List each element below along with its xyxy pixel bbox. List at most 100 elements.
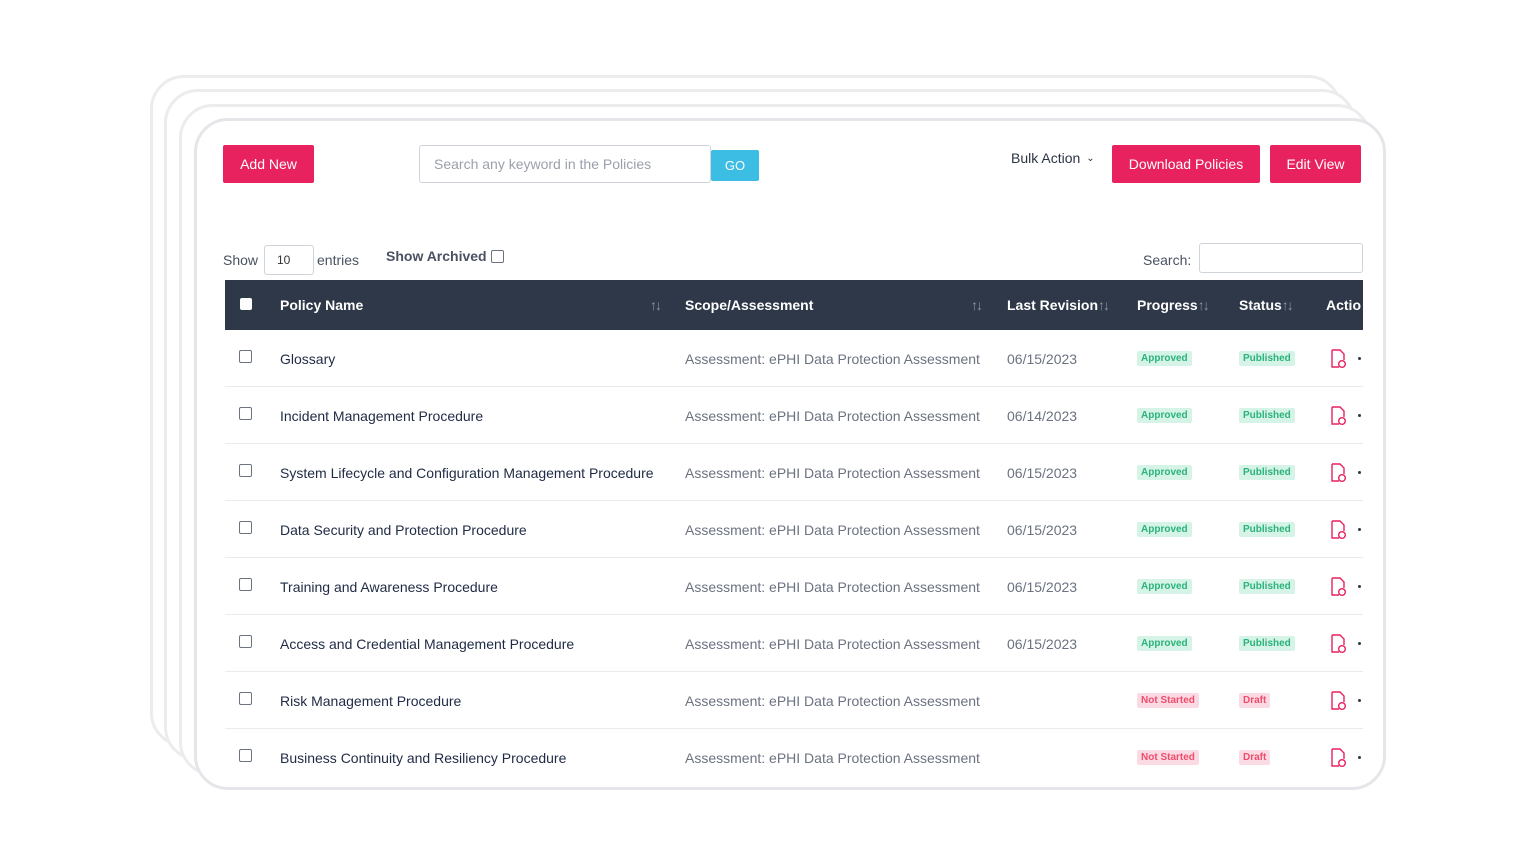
scope-text: Assessment: ePHI Data Protection Assessm… <box>685 407 980 424</box>
go-button[interactable]: GO <box>711 150 759 181</box>
policy-name-link[interactable]: Access and Credential Management Procedu… <box>280 615 574 672</box>
last-revision-date: 06/15/2023 <box>1007 464 1078 481</box>
sort-arrows-icon[interactable]: ↑↓ <box>1098 297 1110 313</box>
column-policy-name[interactable]: Policy Name ↑↓ <box>280 280 662 330</box>
status-badge: Published <box>1239 579 1295 594</box>
table-row: Data Security and Protection Procedure A… <box>225 501 1363 558</box>
table-row: Glossary Assessment: ePHI Data Protectio… <box>225 330 1363 387</box>
policy-name-link[interactable]: Training and Awareness Procedure <box>280 558 498 615</box>
policy-name-link[interactable]: Incident Management Procedure <box>280 387 483 444</box>
last-revision-date: 06/15/2023 <box>1007 521 1078 538</box>
last-revision-date: 06/15/2023 <box>1007 635 1078 652</box>
policy-name-link[interactable]: Glossary <box>280 330 335 387</box>
status-badge: Published <box>1239 522 1295 537</box>
sort-arrows-icon[interactable]: ↑↓ <box>1282 297 1294 313</box>
scope-text: Assessment: ePHI Data Protection Assessm… <box>685 521 980 538</box>
chevron-down-icon: ⌄ <box>1086 152 1095 164</box>
progress-badge: Approved <box>1137 579 1192 594</box>
column-scope[interactable]: Scope/Assessment ↑↓ <box>685 280 983 330</box>
progress-badge: Approved <box>1137 636 1192 651</box>
row-checkbox[interactable] <box>239 749 252 762</box>
progress-badge: Not Started <box>1137 693 1199 708</box>
scope-text: Assessment: ePHI Data Protection Assessm… <box>685 635 980 652</box>
policy-name-link[interactable]: Business Continuity and Resiliency Proce… <box>280 729 566 786</box>
last-revision-date: 06/15/2023 <box>1007 350 1078 367</box>
scope-text: Assessment: ePHI Data Protection Assessm… <box>685 350 980 367</box>
row-checkbox[interactable] <box>239 635 252 648</box>
add-new-button[interactable]: Add New <box>223 145 314 183</box>
status-badge: Draft <box>1239 693 1271 708</box>
policy-name-link[interactable]: Data Security and Protection Procedure <box>280 501 527 558</box>
column-status[interactable]: Status ↑↓ <box>1239 280 1294 330</box>
column-progress-label: Progress <box>1137 297 1198 313</box>
show-label: Show <box>223 252 259 268</box>
table-row: Incident Management Procedure Assessment… <box>225 387 1363 444</box>
row-checkbox[interactable] <box>239 350 252 363</box>
policies-card: Add New GO Bulk Action ⌄ Download Polici… <box>194 118 1386 790</box>
sort-arrows-icon[interactable]: ↑↓ <box>1198 297 1210 313</box>
status-badge: Published <box>1239 351 1295 366</box>
more-options-icon[interactable] <box>1358 642 1361 645</box>
row-checkbox[interactable] <box>239 464 252 477</box>
policies-table: Policy Name ↑↓ Scope/Assessment ↑↓ Last … <box>225 280 1363 786</box>
bulk-action-dropdown[interactable]: Bulk Action ⌄ <box>1011 147 1095 169</box>
show-archived-label: Show Archived <box>386 248 487 264</box>
more-options-icon[interactable] <box>1358 528 1361 531</box>
scope-text: Assessment: ePHI Data Protection Assessm… <box>685 578 980 595</box>
pdf-document-icon[interactable] <box>1329 330 1347 387</box>
policies-search-input[interactable] <box>419 145 711 183</box>
table-row: System Lifecycle and Configuration Manag… <box>225 444 1363 501</box>
select-all-checkbox[interactable] <box>240 298 252 310</box>
pdf-document-icon[interactable] <box>1329 501 1347 558</box>
scope-text: Assessment: ePHI Data Protection Assessm… <box>685 464 980 481</box>
table-row: Risk Management Procedure Assessment: eP… <box>225 672 1363 729</box>
sort-arrows-icon[interactable]: ↑↓ <box>971 297 983 313</box>
row-checkbox[interactable] <box>239 521 252 534</box>
table-search-label: Search: <box>1143 252 1192 268</box>
show-archived-toggle[interactable]: Show Archived <box>386 248 504 264</box>
pdf-document-icon[interactable] <box>1329 558 1347 615</box>
last-revision-date: 06/15/2023 <box>1007 578 1078 595</box>
more-options-icon[interactable] <box>1358 699 1361 702</box>
row-checkbox[interactable] <box>239 578 252 591</box>
more-options-icon[interactable] <box>1358 471 1361 474</box>
more-options-icon[interactable] <box>1358 756 1361 759</box>
table-row: Access and Credential Management Procedu… <box>225 615 1363 672</box>
more-options-icon[interactable] <box>1358 585 1361 588</box>
table-body: Glossary Assessment: ePHI Data Protectio… <box>225 330 1363 786</box>
column-policy-name-label: Policy Name <box>280 297 364 313</box>
policy-name-link[interactable]: System Lifecycle and Configuration Manag… <box>280 444 654 501</box>
scope-text: Assessment: ePHI Data Protection Assessm… <box>685 749 980 766</box>
policy-name-link[interactable]: Risk Management Procedure <box>280 672 461 729</box>
pdf-document-icon[interactable] <box>1329 387 1347 444</box>
column-status-label: Status <box>1239 297 1282 313</box>
pdf-document-icon[interactable] <box>1329 672 1347 729</box>
status-badge: Published <box>1239 465 1295 480</box>
pdf-document-icon[interactable] <box>1329 729 1347 786</box>
table-row: Business Continuity and Resiliency Proce… <box>225 729 1363 786</box>
column-progress[interactable]: Progress ↑↓ <box>1137 280 1210 330</box>
edit-view-button[interactable]: Edit View <box>1270 145 1361 183</box>
status-badge: Published <box>1239 636 1295 651</box>
row-checkbox[interactable] <box>239 407 252 420</box>
table-row: Training and Awareness Procedure Assessm… <box>225 558 1363 615</box>
column-last-revision[interactable]: Last Revision ↑↓ <box>1007 280 1110 330</box>
column-last-revision-label: Last Revision <box>1007 297 1099 313</box>
more-options-icon[interactable] <box>1358 357 1361 360</box>
progress-badge: Approved <box>1137 351 1192 366</box>
bulk-action-label: Bulk Action <box>1011 150 1081 166</box>
pdf-document-icon[interactable] <box>1329 444 1347 501</box>
pdf-document-icon[interactable] <box>1329 615 1347 672</box>
table-search-input[interactable] <box>1199 243 1363 273</box>
column-action-label: Actio <box>1326 297 1361 313</box>
status-badge: Draft <box>1239 750 1271 765</box>
scope-text: Assessment: ePHI Data Protection Assessm… <box>685 692 980 709</box>
column-action: Actio <box>1326 280 1361 330</box>
sort-arrows-icon[interactable]: ↑↓ <box>650 297 662 313</box>
row-checkbox[interactable] <box>239 692 252 705</box>
download-policies-button[interactable]: Download Policies <box>1112 145 1260 183</box>
more-options-icon[interactable] <box>1358 414 1361 417</box>
entries-count-input[interactable] <box>264 245 314 275</box>
table-header: Policy Name ↑↓ Scope/Assessment ↑↓ Last … <box>225 280 1363 330</box>
show-archived-checkbox[interactable] <box>490 249 504 263</box>
